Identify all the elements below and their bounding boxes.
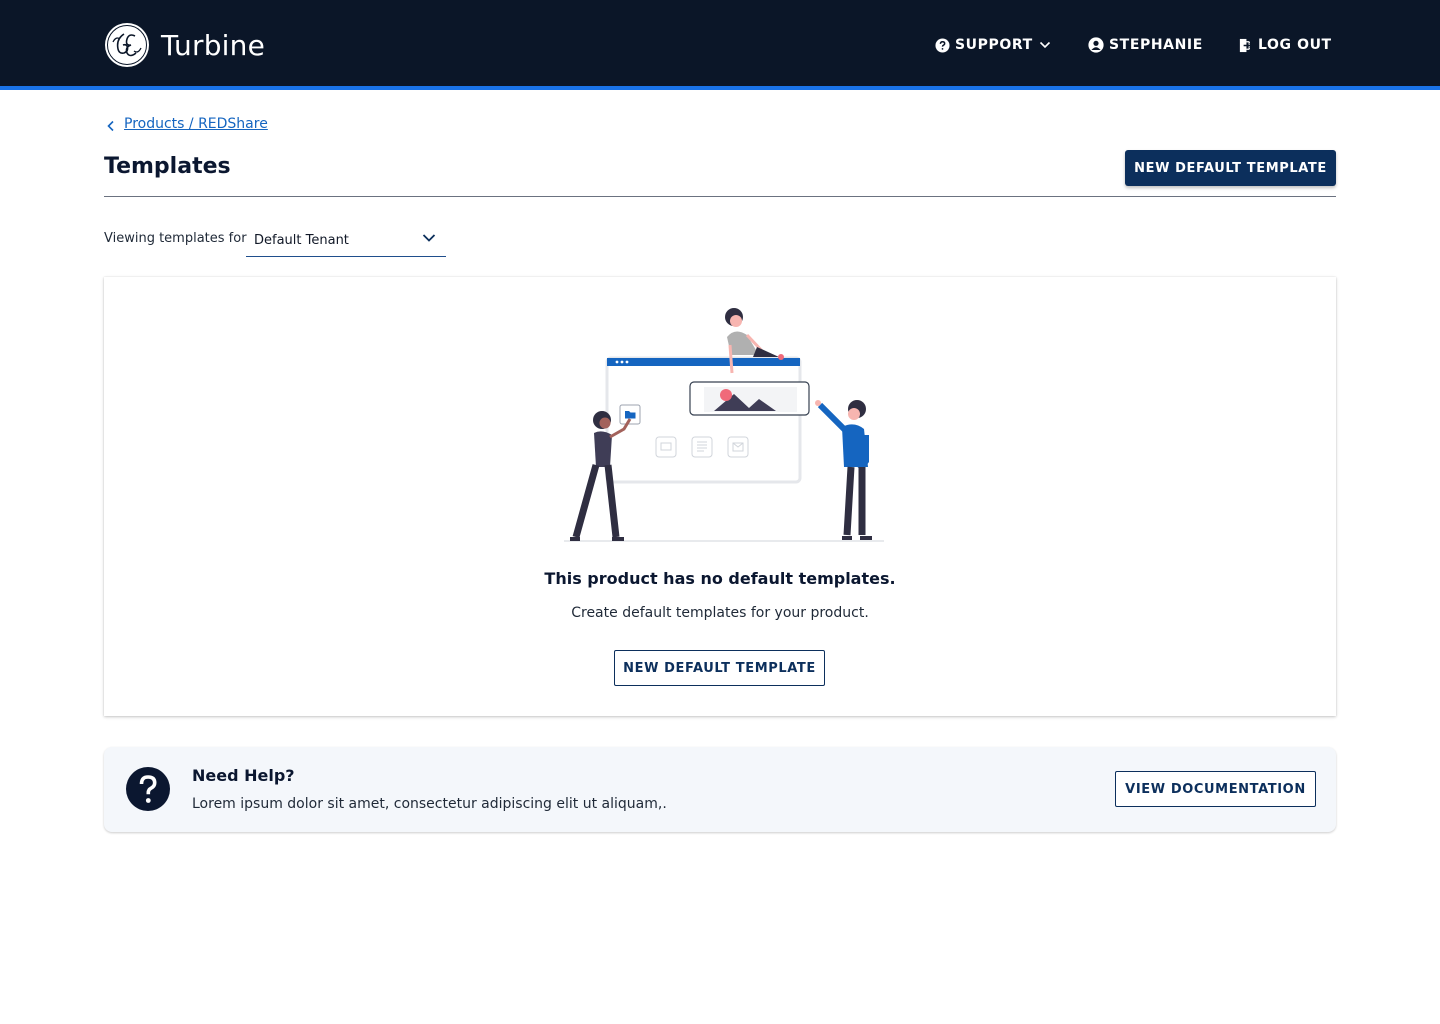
ge-logo-icon [105,23,149,67]
empty-state-card: This product has no default templates. C… [104,277,1336,716]
breadcrumb-link[interactable]: Products / REDShare [124,116,268,132]
user-icon [1088,37,1104,53]
empty-templates-illustration [564,308,884,542]
user-menu[interactable]: STEPHANIE [1088,34,1203,56]
view-documentation-button[interactable]: VIEW DOCUMENTATION [1115,771,1316,807]
tenant-filter-label: Viewing templates for [104,231,247,246]
page-title: Templates [104,154,231,179]
help-title: Need Help? [192,766,295,785]
empty-state-subtitle: Create default templates for your produc… [571,605,869,621]
empty-state-new-template-button[interactable]: NEW DEFAULT TEMPLATE [614,650,825,686]
brand[interactable]: Turbine [104,22,265,68]
divider [104,196,1336,197]
logout-label: LOG OUT [1258,37,1332,53]
brand-name: Turbine [161,28,266,62]
help-circle-icon [935,37,950,53]
new-default-template-button[interactable]: NEW DEFAULT TEMPLATE [1125,150,1336,186]
help-banner: Need Help? Lorem ipsum dolor sit amet, c… [104,747,1336,832]
breadcrumb: Products / REDShare [104,113,268,135]
tenant-select-value: Default Tenant [254,232,349,248]
logout-button[interactable]: LOG OUT [1238,34,1332,56]
support-label: SUPPORT [955,37,1033,53]
user-name: STEPHANIE [1109,37,1203,53]
chevron-down-icon [422,234,436,242]
question-mark-icon [126,767,170,811]
logout-icon [1239,38,1253,52]
chevron-down-icon [1039,41,1050,49]
top-navigation-bar: Turbine SUPPORT STEPHANIE LOG OUT [0,0,1440,86]
help-text: Lorem ipsum dolor sit amet, consectetur … [192,796,667,812]
support-menu[interactable]: SUPPORT [935,34,1051,56]
chevron-left-icon[interactable] [104,119,118,133]
header-accent-stripe [0,86,1440,90]
tenant-select[interactable]: Default Tenant [246,224,446,257]
empty-state-title: This product has no default templates. [544,569,896,588]
